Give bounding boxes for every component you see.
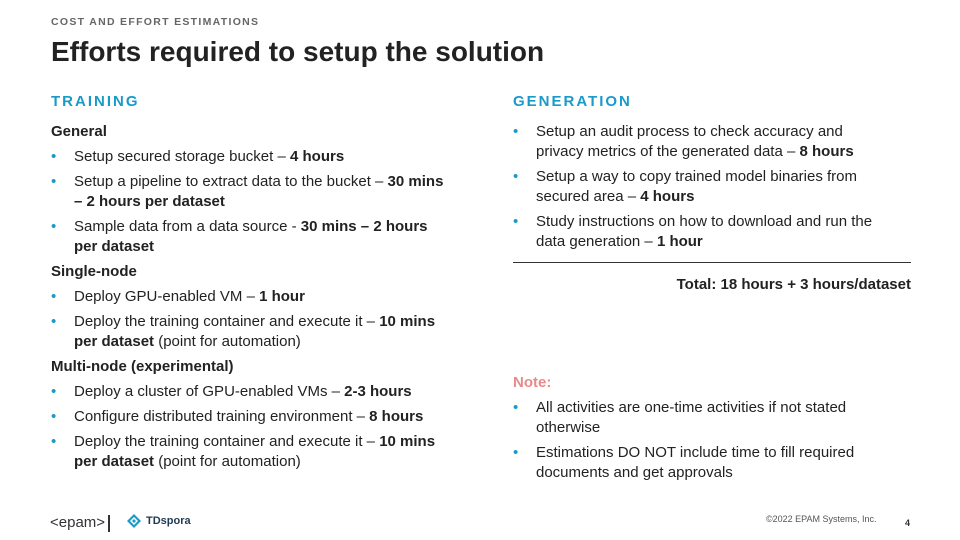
bullet-icon: •	[51, 383, 57, 400]
generation-heading: GENERATION	[513, 93, 632, 110]
bullet-icon: •	[51, 288, 57, 305]
bullet-icon: •	[513, 399, 519, 416]
item-text: Study instructions on how to download an…	[536, 213, 873, 250]
training-column: General • Setup secured storage bucket – 4…	[51, 122, 451, 477]
bullet-icon: •	[513, 444, 519, 461]
list-item: • Setup secured storage bucket – 4 hours	[51, 147, 451, 167]
training-group-list: • Setup secured storage bucket – 4 hours •…	[51, 147, 451, 257]
training-group-title: General	[51, 123, 107, 140]
list-item: • Setup a pipeline to extract data to the…	[51, 172, 451, 212]
note-text: Estimations DO NOT include time to fill …	[536, 444, 855, 481]
list-item: • Setup a way to copy trained model binar…	[513, 167, 893, 207]
bullet-icon: •	[51, 173, 57, 190]
bullet-icon: •	[51, 408, 57, 425]
list-item: • Deploy the training container and execu…	[51, 312, 451, 352]
bullet-icon: •	[513, 168, 519, 185]
item-text: Sample data from a data source -	[74, 218, 301, 235]
note-label: Note:	[513, 374, 552, 391]
item-bold: 8 hours	[799, 143, 854, 160]
item-text: Setup a pipeline to extract data to the …	[74, 173, 388, 190]
item-after: (point for automation)	[154, 333, 301, 350]
bullet-icon: •	[51, 218, 57, 235]
item-text: Deploy the training container and execut…	[74, 313, 380, 330]
note-text: All activities are one-time activities i…	[536, 399, 847, 436]
list-item: • Deploy GPU-enabled VM – 1 hour	[51, 287, 451, 307]
generation-list: • Setup an audit process to check accurac…	[513, 122, 893, 252]
footer-separator	[108, 515, 110, 532]
item-after: (point for automation)	[154, 453, 301, 470]
bullet-icon: •	[51, 148, 57, 165]
list-item: • Study instructions on how to download a…	[513, 212, 893, 252]
note-item: • Estimations DO NOT include time to fill…	[513, 443, 893, 483]
item-text: Setup an audit process to check accuracy…	[536, 123, 843, 160]
item-bold: 4 hours	[289, 148, 345, 165]
list-item: • Configure distributed training environm…	[51, 407, 451, 427]
divider-line	[513, 262, 911, 263]
list-item: • Deploy a cluster of GPU-enabled VMs – 2…	[51, 382, 451, 402]
bullet-icon: •	[513, 123, 519, 140]
item-bold: 1 hour	[656, 233, 703, 250]
item-text: Setup a way to copy trained model binari…	[536, 168, 857, 205]
item-bold: 1 hour	[259, 288, 305, 305]
epam-logo: <epam>	[50, 514, 106, 531]
tdspora-diamond-icon	[127, 514, 141, 528]
copyright: ©2022 EPAM Systems, Inc.	[766, 514, 877, 524]
item-bold: 4 hours	[640, 188, 695, 205]
bullet-icon: •	[51, 313, 57, 330]
note-list: • All activities are one-time activities …	[513, 398, 893, 483]
item-bold: 2-3 hours	[344, 383, 412, 400]
section-tag: COST AND EFFORT ESTIMATIONS	[51, 16, 260, 28]
total-estimate: Total: 18 hours + 3 hours/dataset	[676, 276, 911, 293]
training-group-list: • Deploy GPU-enabled VM – 1 hour • Deploy t…	[51, 287, 451, 352]
training-heading: TRAINING	[51, 93, 140, 110]
list-item: • Setup an audit process to check accurac…	[513, 122, 893, 162]
generation-column: • Setup an audit process to check accurac…	[513, 122, 893, 257]
page-title: Efforts required to setup the solution	[51, 36, 545, 67]
bullet-icon: •	[51, 433, 57, 450]
item-text: Setup secured storage bucket –	[74, 148, 290, 165]
training-group-title: Single-node	[51, 263, 137, 280]
item-text: Configure distributed training environme…	[74, 408, 370, 425]
note-column: • All activities are one-time activities …	[513, 398, 893, 488]
item-text: Deploy the training container and execut…	[74, 433, 380, 450]
item-text: Deploy GPU-enabled VM –	[74, 288, 260, 305]
training-group-title: Multi-node (experimental)	[51, 358, 234, 375]
bullet-icon: •	[513, 213, 519, 230]
tdspora-logo: TDspora	[127, 514, 191, 528]
item-text: Deploy a cluster of GPU-enabled VMs –	[74, 383, 345, 400]
list-item: • Sample data from a data source - 30 min…	[51, 217, 451, 257]
note-item: • All activities are one-time activities …	[513, 398, 893, 438]
item-bold: 8 hours	[369, 408, 424, 425]
page-number: 4	[905, 518, 911, 528]
training-group-list: • Deploy a cluster of GPU-enabled VMs – 2…	[51, 382, 451, 472]
list-item: • Deploy the training container and execu…	[51, 432, 451, 472]
tdspora-logo-text: TDspora	[146, 515, 191, 527]
